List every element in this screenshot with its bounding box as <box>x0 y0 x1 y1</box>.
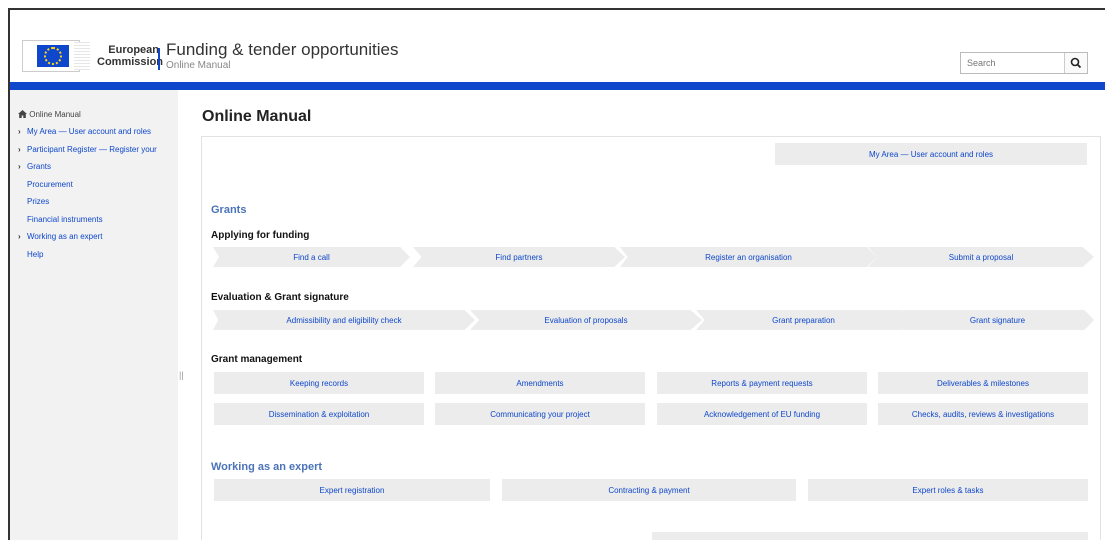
site-title[interactable]: Funding & tender opportunities <box>166 40 399 60</box>
amendments-button[interactable]: Amendments <box>435 372 645 394</box>
contracting-payment-button[interactable]: Contracting & payment <box>502 479 796 501</box>
sidebar: Online Manual › My Area — User account an… <box>10 90 178 540</box>
step-admissibility-check[interactable]: Admissibility and eligibility check <box>213 310 475 330</box>
step-find-partners[interactable]: Find partners <box>413 247 625 267</box>
checks-audits-button[interactable]: Checks, audits, reviews & investigations <box>878 403 1088 425</box>
dissemination-button[interactable]: Dissemination & exploitation <box>214 403 424 425</box>
logo-decoration <box>74 42 90 70</box>
sidebar-item-label: Grants <box>27 162 52 171</box>
chevron-right-icon: › <box>18 127 21 136</box>
partial-button[interactable] <box>652 532 1088 540</box>
browser-frame: European Commission Funding & tender opp… <box>8 8 1105 540</box>
deliverables-button[interactable]: Deliverables & milestones <box>878 372 1088 394</box>
sidebar-item-help[interactable]: Help <box>18 250 43 259</box>
step-evaluation-of-proposals[interactable]: Evaluation of proposals <box>470 310 702 330</box>
sidebar-home-label: Online Manual <box>29 110 81 119</box>
ec-logo-text: European Commission <box>97 44 164 68</box>
eu-flag-icon <box>22 40 80 72</box>
page-title: Online Manual <box>202 108 312 125</box>
sidebar-item-working-as-expert[interactable]: › Working as an expert <box>18 232 102 241</box>
search-icon <box>1070 57 1082 69</box>
management-heading: Grant management <box>211 354 303 365</box>
sidebar-item-label: Prizes <box>27 197 50 206</box>
site-header: European Commission Funding & tender opp… <box>10 10 1105 82</box>
sidebar-item-procurement[interactable]: Procurement <box>18 180 73 189</box>
expert-registration-button[interactable]: Expert registration <box>214 479 490 501</box>
step-grant-signature[interactable]: Grant signature <box>901 310 1094 330</box>
acknowledgement-button[interactable]: Acknowledgement of EU funding <box>657 403 867 425</box>
sidebar-item-label: Procurement <box>27 180 73 189</box>
sidebar-home[interactable]: Online Manual <box>18 110 81 119</box>
grants-heading[interactable]: Grants <box>211 204 246 216</box>
sidebar-item-label: My Area — User account and roles <box>27 127 152 136</box>
step-register-organisation[interactable]: Register an organisation <box>620 247 877 267</box>
sidebar-item-label: Help <box>27 250 44 259</box>
communicating-button[interactable]: Communicating your project <box>435 403 645 425</box>
evaluation-heading: Evaluation & Grant signature <box>211 292 349 303</box>
site-subtitle: Online Manual <box>166 60 231 71</box>
ec-logo[interactable]: European Commission <box>22 40 164 72</box>
step-submit-proposal[interactable]: Submit a proposal <box>868 247 1094 267</box>
chevron-right-icon: › <box>18 162 21 171</box>
chevron-right-icon: › <box>18 145 21 154</box>
header-bar <box>10 82 1105 90</box>
home-icon <box>18 110 27 118</box>
sidebar-item-label: Financial instruments <box>27 215 103 224</box>
sidebar-item-financial-instruments[interactable]: Financial instruments <box>18 215 103 224</box>
sidebar-item-my-area[interactable]: › My Area — User account and roles <box>18 127 151 136</box>
sidebar-item-label: Participant Register — Register your <box>27 145 157 154</box>
expert-roles-button[interactable]: Expert roles & tasks <box>808 479 1088 501</box>
chevron-right-icon: › <box>18 232 21 241</box>
applying-heading: Applying for funding <box>211 230 310 241</box>
sidebar-item-participant-register[interactable]: › Participant Register — Register your <box>18 145 157 154</box>
step-grant-preparation[interactable]: Grant preparation <box>696 310 911 330</box>
search-input[interactable] <box>961 53 1065 73</box>
header-separator <box>158 48 160 70</box>
search-box <box>960 52 1088 74</box>
sidebar-item-prizes[interactable]: Prizes <box>18 197 49 206</box>
expert-heading[interactable]: Working as an expert <box>211 461 322 473</box>
search-button[interactable] <box>1067 55 1085 71</box>
sidebar-item-label: Working as an expert <box>27 232 103 241</box>
step-find-a-call[interactable]: Find a call <box>213 247 410 267</box>
reports-payment-button[interactable]: Reports & payment requests <box>657 372 867 394</box>
sidebar-item-grants[interactable]: › Grants <box>18 162 51 171</box>
sidebar-collapse-handle[interactable]: || <box>179 370 184 380</box>
keeping-records-button[interactable]: Keeping records <box>214 372 424 394</box>
my-area-button[interactable]: My Area — User account and roles <box>775 143 1087 165</box>
